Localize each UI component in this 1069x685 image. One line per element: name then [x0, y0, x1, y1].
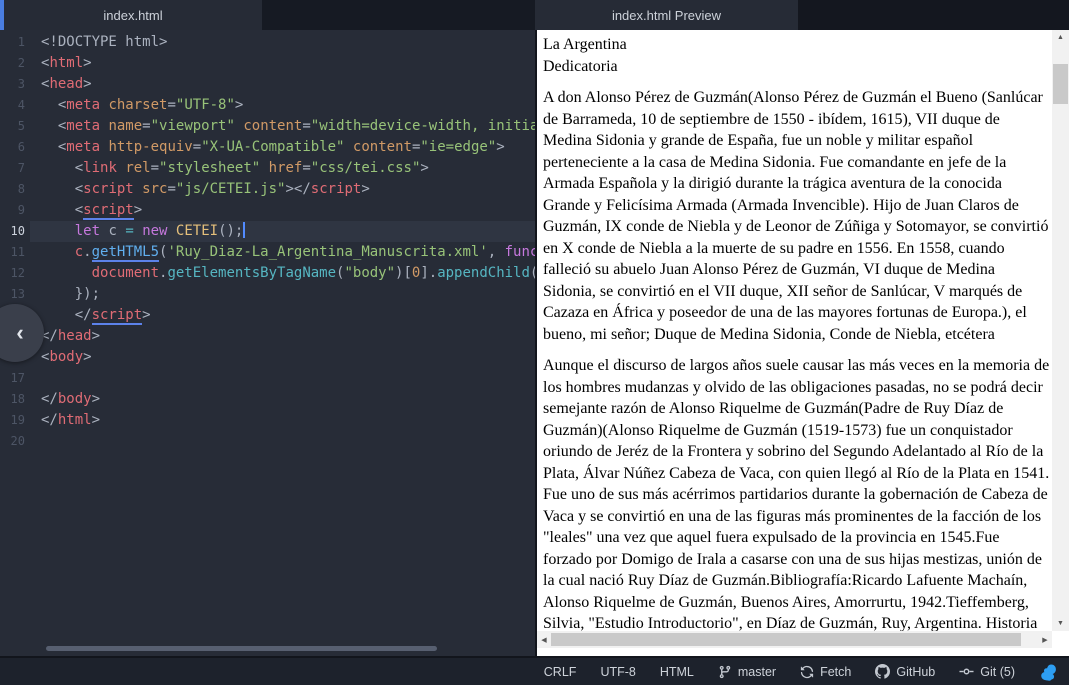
- line-number: 17: [0, 368, 25, 389]
- code-editor-pane[interactable]: 1<!DOCTYPE html>2<html>3<head>4 <meta ch…: [0, 30, 535, 656]
- code-line[interactable]: 16<body>: [0, 347, 535, 368]
- github-label: GitHub: [896, 665, 935, 679]
- code-line[interactable]: 1<!DOCTYPE html>: [0, 32, 535, 53]
- line-number: 4: [0, 95, 25, 116]
- text-cursor: [243, 222, 245, 238]
- git-count-label: Git (5): [980, 665, 1015, 679]
- line-number: 9: [0, 200, 25, 221]
- scroll-left-arrow-icon[interactable]: ◀: [537, 631, 551, 648]
- tab-label: index.html: [103, 8, 162, 23]
- preview-vertical-scrollbar[interactable]: ▲ ▼: [1052, 30, 1069, 631]
- line-number: 13: [0, 284, 25, 305]
- status-git-branch[interactable]: master: [718, 665, 776, 679]
- brackets-squirrel-icon[interactable]: [1039, 663, 1057, 681]
- code-line[interactable]: 20: [0, 431, 535, 452]
- line-number: 5: [0, 116, 25, 137]
- editor-tabbar: index.html: [0, 0, 535, 30]
- preview-tabbar: index.html Preview: [535, 0, 1069, 30]
- tab-label: index.html Preview: [612, 8, 721, 23]
- code-line[interactable]: 5 <meta name="viewport" content="width=d…: [0, 116, 535, 137]
- preview-subtitle: Dedicatoria: [543, 56, 1050, 78]
- preview-pane: La Argentina Dedicatoria A don Alonso Pé…: [537, 30, 1069, 656]
- code-area[interactable]: 1<!DOCTYPE html>2<html>3<head>4 <meta ch…: [0, 32, 535, 452]
- status-encoding[interactable]: UTF-8: [600, 665, 635, 679]
- code-line[interactable]: 2<html>: [0, 53, 535, 74]
- code-line[interactable]: 10 let c = new CETEI();: [0, 221, 535, 242]
- code-line[interactable]: 13 });: [0, 284, 535, 305]
- scroll-down-arrow-icon[interactable]: ▼: [1052, 616, 1069, 631]
- status-bar: CRLF UTF-8 HTML master Fetch GitHub: [0, 658, 1069, 685]
- editor-horizontal-scrollbar[interactable]: [46, 646, 437, 651]
- line-number: 12: [0, 263, 25, 284]
- preview-title: La Argentina: [543, 34, 1050, 56]
- github-octocat-icon: [875, 664, 890, 679]
- status-line-endings[interactable]: CRLF: [544, 665, 577, 679]
- code-line[interactable]: 9 <script>: [0, 200, 535, 221]
- sync-icon: [800, 665, 814, 679]
- line-number: 1: [0, 32, 25, 53]
- encoding-label: UTF-8: [600, 665, 635, 679]
- vertical-scroll-thumb[interactable]: [1053, 64, 1068, 104]
- code-line[interactable]: 19</html>: [0, 410, 535, 431]
- code-line[interactable]: 11 c.getHTML5('Ruy_Diaz-La_Argentina_Man…: [0, 242, 535, 263]
- fetch-label: Fetch: [820, 665, 851, 679]
- git-branch-icon: [718, 665, 732, 679]
- chevron-left-icon: ‹: [16, 322, 23, 344]
- code-line[interactable]: 7 <link rel="stylesheet" href="css/tei.c…: [0, 158, 535, 179]
- preview-paragraph-1: A don Alonso Pérez de Guzmán(Alonso Pére…: [543, 87, 1050, 345]
- app-window: index.html index.html Preview 1<!DOCTYPE…: [0, 0, 1069, 685]
- preview-paragraph-2: Aunque el discurso de largos años suele …: [543, 355, 1050, 631]
- line-number: 8: [0, 179, 25, 200]
- status-language[interactable]: HTML: [660, 665, 694, 679]
- line-number: 10: [0, 221, 25, 242]
- code-line[interactable]: 8 <script src="js/CETEI.js"></script>: [0, 179, 535, 200]
- line-number: 7: [0, 158, 25, 179]
- status-git-commits[interactable]: Git (5): [959, 664, 1015, 679]
- line-number: 20: [0, 431, 25, 452]
- line-number: 19: [0, 410, 25, 431]
- status-github[interactable]: GitHub: [875, 664, 935, 679]
- preview-horizontal-scrollbar[interactable]: ◀ ▶: [537, 631, 1052, 648]
- tab-index-html-preview[interactable]: index.html Preview: [535, 0, 798, 30]
- horizontal-scroll-thumb[interactable]: [551, 633, 1021, 646]
- scroll-right-arrow-icon[interactable]: ▶: [1038, 631, 1052, 648]
- code-line[interactable]: 14 </script>: [0, 305, 535, 326]
- tab-index-html[interactable]: index.html: [4, 0, 262, 30]
- status-fetch[interactable]: Fetch: [800, 665, 851, 679]
- code-line[interactable]: 6 <meta http-equiv="X-UA-Compatible" con…: [0, 137, 535, 158]
- line-number: 6: [0, 137, 25, 158]
- line-number: 3: [0, 74, 25, 95]
- line-number: 11: [0, 242, 25, 263]
- git-commit-icon: [959, 664, 974, 679]
- code-line[interactable]: 12 document.getElementsByTagName("body")…: [0, 263, 535, 284]
- preview-content: La Argentina Dedicatoria A don Alonso Pé…: [543, 34, 1050, 631]
- line-number: 2: [0, 53, 25, 74]
- line-number: 18: [0, 389, 25, 410]
- code-line[interactable]: 18</body>: [0, 389, 535, 410]
- code-line[interactable]: 17: [0, 368, 535, 389]
- code-line[interactable]: 15</head>: [0, 326, 535, 347]
- language-label: HTML: [660, 665, 694, 679]
- code-line[interactable]: 3<head>: [0, 74, 535, 95]
- branch-label: master: [738, 665, 776, 679]
- line-endings-label: CRLF: [544, 665, 577, 679]
- code-line[interactable]: 4 <meta charset="UTF-8">: [0, 95, 535, 116]
- scroll-up-arrow-icon[interactable]: ▲: [1052, 30, 1069, 45]
